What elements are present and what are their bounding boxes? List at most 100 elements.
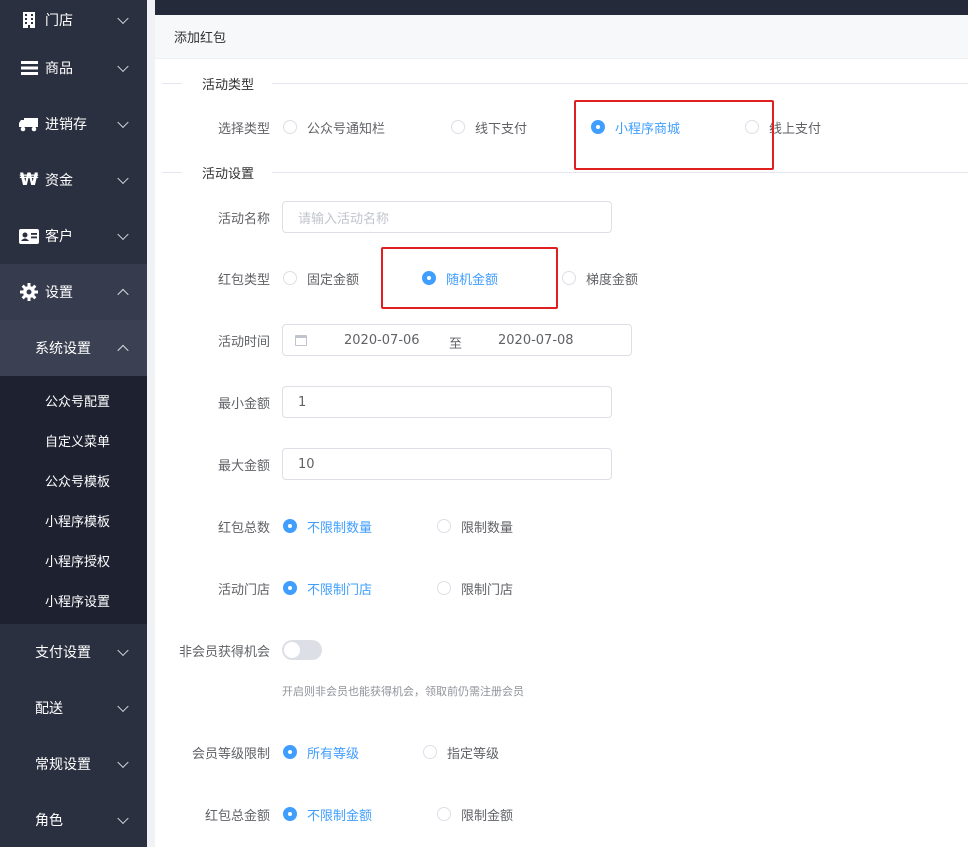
form-row-total-count: 红包总数 不限制数量 限制数量 bbox=[155, 510, 968, 542]
form-row-store: 活动门店 不限制门店 限制门店 bbox=[155, 572, 968, 604]
non-member-hint: 开启则非会员也能获得机会，领取前仍需注册会员 bbox=[282, 685, 524, 698]
sidebar-leaf[interactable]: 小程序模板 bbox=[0, 500, 147, 540]
sidebar-submenu-general[interactable]: 常规设置 bbox=[0, 736, 147, 792]
form-label: 选择类型 bbox=[217, 121, 270, 137]
sidebar-leaf[interactable]: 公众号模板 bbox=[0, 460, 147, 500]
radio-option[interactable]: 梯度金额 bbox=[562, 269, 638, 288]
start-date[interactable]: 2020-07-06 bbox=[344, 333, 420, 348]
chevron-down-icon bbox=[117, 116, 129, 129]
radio-option[interactable]: 限制数量 bbox=[437, 517, 513, 536]
id-card-icon bbox=[19, 226, 39, 246]
sidebar-item-funds[interactable]: ₩ 资金 bbox=[0, 152, 147, 208]
form-label: 活动门店 bbox=[217, 582, 270, 598]
radio-label: 公众号通知栏 bbox=[307, 121, 386, 137]
end-date[interactable]: 2020-07-08 bbox=[498, 333, 574, 348]
sidebar-item-customers[interactable]: 客户 bbox=[0, 208, 147, 264]
radio-label: 线下支付 bbox=[475, 121, 528, 137]
chevron-down-icon bbox=[117, 644, 129, 657]
radio-option[interactable]: 公众号通知栏 bbox=[283, 118, 385, 137]
non-member-toggle[interactable] bbox=[282, 640, 322, 660]
top-navbar bbox=[155, 0, 968, 15]
radio-label: 不限制门店 bbox=[307, 582, 373, 598]
sidebar-leaf[interactable]: 公众号配置 bbox=[0, 380, 147, 420]
radio-option[interactable]: 固定金额 bbox=[283, 269, 359, 288]
form-label: 会员等级限制 bbox=[191, 746, 270, 762]
chevron-up-icon bbox=[117, 288, 129, 301]
radio-label: 限制数量 bbox=[461, 520, 514, 536]
radio-label: 限制门店 bbox=[461, 582, 514, 598]
form-label: 活动时间 bbox=[217, 334, 270, 350]
won-icon: ₩ bbox=[19, 170, 39, 190]
divider-line bbox=[272, 172, 968, 173]
form-row-name: 活动名称 请输入活动名称 bbox=[155, 201, 968, 233]
radio-label: 随机金额 bbox=[446, 272, 499, 288]
radio-option-selected[interactable]: 不限制数量 bbox=[283, 517, 372, 536]
list-icon bbox=[19, 58, 39, 78]
sidebar-submenu-label: 角色 bbox=[35, 813, 63, 829]
min-amount-input[interactable]: 1 bbox=[282, 386, 612, 418]
radio-option-selected[interactable]: 不限制金额 bbox=[283, 805, 372, 824]
date-separator: 至 bbox=[449, 337, 463, 352]
radio-label: 所有等级 bbox=[307, 746, 360, 762]
sidebar-submenu-payment[interactable]: 支付设置 bbox=[0, 624, 147, 680]
radio-label: 限制金额 bbox=[461, 808, 514, 824]
radio-circle bbox=[283, 120, 297, 134]
form-label: 非会员获得机会 bbox=[178, 644, 270, 660]
sidebar-submenu-system-settings[interactable]: 系统设置 bbox=[0, 320, 147, 376]
radio-option[interactable]: 指定等级 bbox=[423, 743, 499, 762]
form-row-total-amount: 红包总金额 不限制金额 限制金额 bbox=[155, 798, 968, 830]
truck-icon bbox=[19, 114, 39, 134]
sidebar-item-products[interactable]: 商品 bbox=[0, 40, 147, 96]
activity-name-input[interactable]: 请输入活动名称 bbox=[282, 201, 612, 233]
radio-option-selected[interactable]: 不限制门店 bbox=[283, 579, 372, 598]
radio-option[interactable]: 线下支付 bbox=[451, 118, 527, 137]
sidebar-leaf[interactable]: 小程序授权 bbox=[0, 540, 147, 580]
radio-circle bbox=[745, 120, 759, 134]
radio-circle bbox=[437, 581, 451, 595]
radio-option-selected[interactable]: 所有等级 bbox=[283, 743, 359, 762]
radio-option[interactable]: 限制金额 bbox=[437, 805, 513, 824]
radio-circle bbox=[451, 120, 465, 134]
sidebar-submenu-roles[interactable]: 角色 bbox=[0, 792, 147, 847]
chevron-down-icon bbox=[117, 756, 129, 769]
chevron-down-icon bbox=[117, 700, 129, 713]
sidebar-item-label: 设置 bbox=[45, 285, 73, 301]
radio-label: 指定等级 bbox=[447, 746, 500, 762]
sidebar-item-label: 资金 bbox=[45, 173, 73, 189]
chevron-down-icon bbox=[117, 812, 129, 825]
max-amount-input[interactable]: 10 bbox=[282, 448, 612, 480]
form-label: 活动名称 bbox=[217, 211, 270, 227]
sidebar-item-label: 门店 bbox=[45, 13, 73, 29]
sidebar-item-inventory[interactable]: 进销存 bbox=[0, 96, 147, 152]
date-range-picker[interactable]: 2020-07-06 至 2020-07-08 bbox=[282, 324, 632, 356]
chevron-down-icon bbox=[117, 12, 129, 25]
form-label: 红包总数 bbox=[217, 520, 270, 536]
sidebar-submenu-label: 系统设置 bbox=[35, 341, 91, 357]
section-activity-type: 活动类型 bbox=[162, 76, 968, 93]
section-activity-settings: 活动设置 bbox=[162, 165, 968, 182]
radio-circle bbox=[422, 271, 436, 285]
sidebar-submenu-label: 常规设置 bbox=[35, 757, 91, 773]
building-icon bbox=[19, 10, 39, 30]
sidebar-submenu-delivery[interactable]: 配送 bbox=[0, 680, 147, 736]
radio-label: 不限制数量 bbox=[307, 520, 373, 536]
chevron-down-icon bbox=[117, 228, 129, 241]
radio-label: 小程序商城 bbox=[615, 121, 681, 137]
radio-circle bbox=[437, 807, 451, 821]
sidebar-submenu-list: 公众号配置 自定义菜单 公众号模板 小程序模板 小程序授权 小程序设置 bbox=[0, 376, 147, 624]
radio-option-selected[interactable]: 随机金额 bbox=[422, 269, 498, 288]
main-panel: 添加红包 活动类型 选择类型 公众号通知栏 线下支付 小程序商城 线上支付 活动… bbox=[155, 15, 968, 847]
radio-option[interactable]: 线上支付 bbox=[745, 118, 821, 137]
radio-option-selected[interactable]: 小程序商城 bbox=[591, 118, 680, 137]
sidebar-item-settings[interactable]: 设置 bbox=[0, 264, 147, 320]
sidebar-item-label: 商品 bbox=[45, 61, 73, 77]
sidebar-leaf[interactable]: 自定义菜单 bbox=[0, 420, 147, 460]
sidebar: 门店 商品 进销存 ₩ 资金 客户 设置 系统设置 公众号配置 自定义菜单 公众… bbox=[0, 0, 147, 847]
radio-circle bbox=[562, 271, 576, 285]
radio-label: 线上支付 bbox=[769, 121, 822, 137]
sidebar-item-label: 客户 bbox=[45, 229, 73, 245]
radio-option[interactable]: 限制门店 bbox=[437, 579, 513, 598]
form-row-select-type: 选择类型 公众号通知栏 线下支付 小程序商城 线上支付 bbox=[155, 111, 968, 143]
sidebar-item-stores[interactable]: 门店 bbox=[0, 0, 147, 40]
sidebar-leaf[interactable]: 小程序设置 bbox=[0, 580, 147, 620]
